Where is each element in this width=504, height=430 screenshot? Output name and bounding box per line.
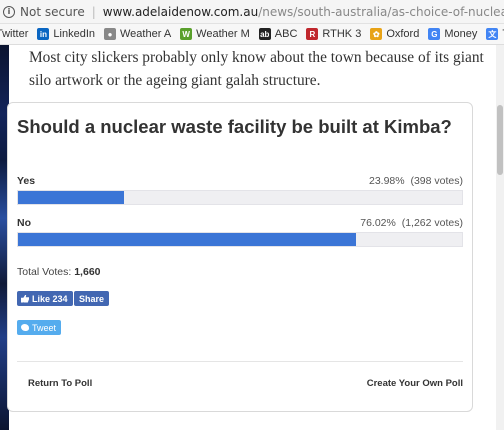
result-bar-fill <box>18 233 356 246</box>
poll-option-yes[interactable]: Yes 23.98% (398 votes) <box>17 175 463 205</box>
bookmark-label: RTHK 3 <box>322 28 362 40</box>
facebook-like-button[interactable]: Like 234 <box>17 291 73 306</box>
abc-icon: ab <box>258 28 271 40</box>
bookmark-item[interactable]: ● Weather A <box>104 28 171 40</box>
create-poll-link[interactable]: Create Your Own Poll <box>367 378 463 389</box>
bookmark-item[interactable]: ✿ Oxford <box>370 28 419 40</box>
option-percent: 23.98% <box>369 175 405 187</box>
poll-question: Should a nuclear waste facility be built… <box>17 116 452 137</box>
google-icon: G <box>428 28 441 40</box>
result-bar-fill <box>18 191 125 204</box>
bookmark-label: Twitter <box>0 28 29 40</box>
like-label: Like <box>32 293 51 304</box>
article-paragraph: Most city slickers probably only know ab… <box>29 49 484 89</box>
bookmark-item[interactable]: R RTHK 3 <box>306 28 361 40</box>
result-bar-track <box>17 190 463 205</box>
bookmark-item[interactable]: 文Translate <box>486 28 504 40</box>
bookmark-item[interactable]: in LinkedIn <box>37 28 95 40</box>
address-divider: | <box>91 4 96 19</box>
option-votes: (398 votes) <box>410 175 463 187</box>
return-to-poll-link[interactable]: Return To Poll <box>28 378 92 389</box>
option-votes: (1,262 votes) <box>401 217 463 229</box>
scrollbar-thumb[interactable] <box>497 105 503 175</box>
twitter-bird-icon <box>21 324 29 331</box>
weather-icon: W <box>180 28 193 40</box>
rthk-icon: R <box>306 28 319 40</box>
page-scrollbar[interactable] <box>496 45 504 430</box>
total-votes-label: Total Votes: <box>17 266 72 278</box>
oxford-icon: ✿ <box>370 28 383 40</box>
bookmark-item[interactable]: W Weather M <box>180 28 250 40</box>
total-votes: Total Votes: 1,660 <box>17 266 101 278</box>
bookmark-label: ABC <box>274 28 298 40</box>
bookmarks-bar: Twitter inLinkedIn ● Weather A WWeather M abA… <box>0 24 504 45</box>
translate-icon: 文 <box>486 28 499 40</box>
poll-option-no[interactable]: No 76.02% (1,262 votes) <box>17 217 463 247</box>
option-label: Yes <box>17 175 36 187</box>
bookmark-label: Oxford <box>386 28 420 40</box>
bookmark-item[interactable]: G Money <box>428 28 477 40</box>
result-bar-track <box>17 232 463 247</box>
weather-icon: ● <box>104 28 116 40</box>
bookmark-item[interactable]: ab ABC <box>258 28 298 40</box>
tweet-label: Tweet <box>32 322 57 333</box>
bookmark-label: Money <box>444 28 478 40</box>
linkedin-icon: in <box>37 28 50 40</box>
tweet-button[interactable]: Tweet <box>17 320 62 335</box>
info-icon[interactable]: i <box>3 5 15 18</box>
facebook-share-button[interactable]: Share <box>74 291 110 306</box>
total-votes-value: 1,660 <box>74 266 101 278</box>
poll-card: Should a nuclear waste facility be built… <box>7 102 473 412</box>
bookmark-label: Weather M <box>196 28 250 40</box>
option-percent: 76.02% <box>360 217 396 229</box>
option-stats: 76.02% (1,262 votes) <box>360 217 463 231</box>
security-label[interactable]: Not secure <box>20 5 85 19</box>
address-bar[interactable]: i Not secure | www.adelaidenow.com.au/ne… <box>0 0 504 24</box>
option-label: No <box>17 217 31 229</box>
url-path[interactable]: /news/south-australia/as-choice-of-nucle… <box>258 5 504 19</box>
thumbs-up-icon <box>21 294 29 303</box>
bookmark-label: LinkedIn <box>53 28 95 40</box>
bookmark-item[interactable]: Twitter <box>0 28 28 40</box>
url-host[interactable]: www.adelaidenow.com.au <box>103 5 258 19</box>
bookmark-label: Weather A <box>120 28 172 40</box>
option-stats: 23.98% (398 votes) <box>369 175 463 189</box>
like-count: 234 <box>52 293 68 304</box>
poll-footer: Return To Poll Create Your Own Poll <box>17 361 463 389</box>
